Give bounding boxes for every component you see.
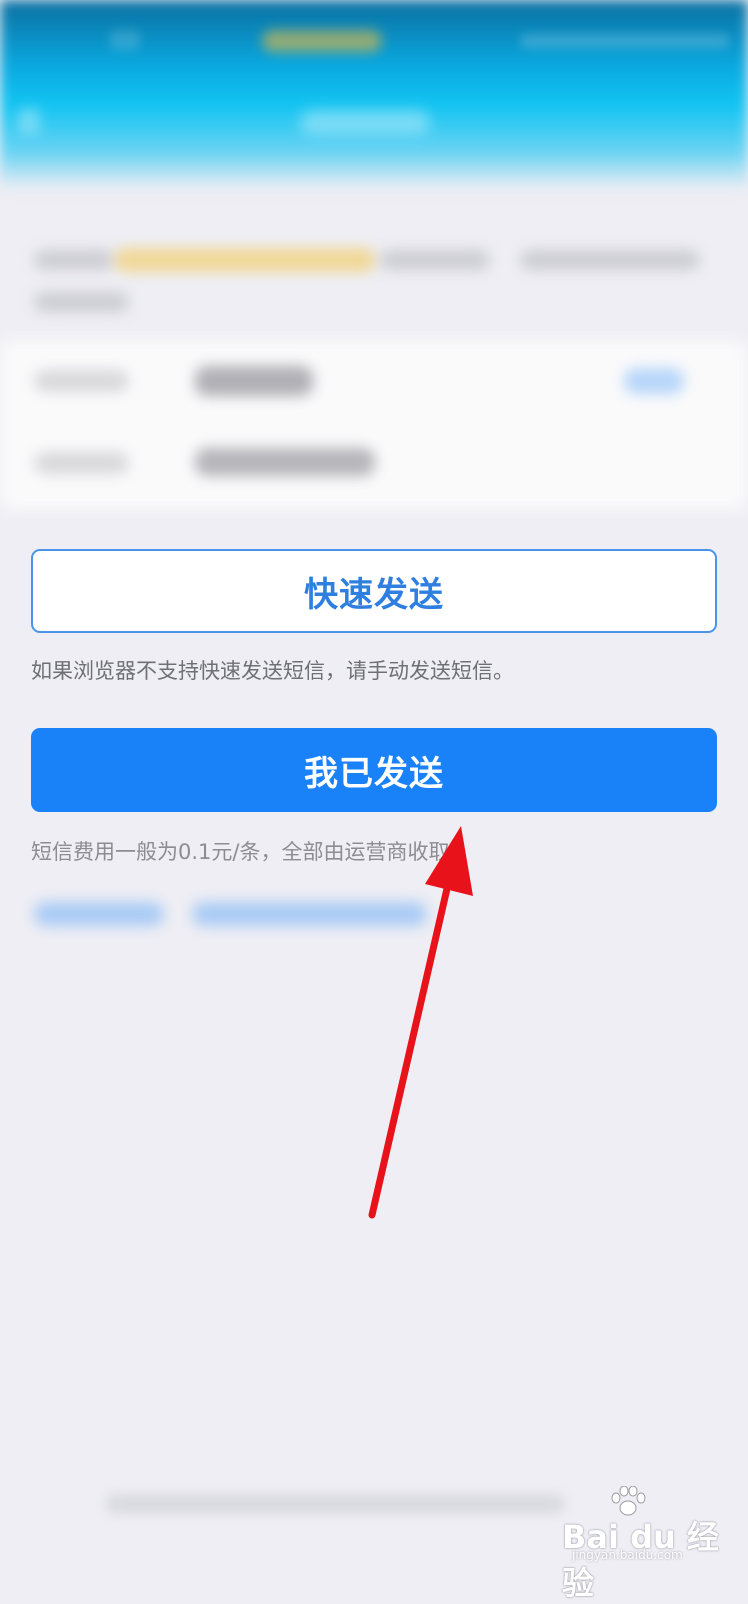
info-label-blur-1 <box>34 370 129 392</box>
quick-send-hint: 如果浏览器不支持快速发送短信，请手动发送短信。 <box>31 659 514 683</box>
status-bar <box>0 0 748 70</box>
annotation-arrow-shaft <box>368 876 453 1219</box>
sent-button[interactable]: 我已发送 <box>31 728 717 812</box>
footer-text-blur <box>105 1495 565 1513</box>
status-left-blur <box>110 30 140 50</box>
info-value-blur-1 <box>195 366 313 396</box>
page-title-blur <box>300 110 430 134</box>
status-logo-blur <box>262 30 382 52</box>
info-card <box>0 340 748 510</box>
back-icon[interactable] <box>18 108 40 134</box>
quick-send-button[interactable]: 快速发送 <box>31 549 717 633</box>
fee-hint: 短信费用一般为0.1元/条，全部由运营商收取。 <box>31 840 471 864</box>
info-label-blur-2 <box>34 452 129 474</box>
status-right-blur <box>520 34 730 48</box>
notice-highlight-blur <box>115 248 375 272</box>
info-value-blur-2 <box>195 448 375 476</box>
help-link-blur-2[interactable] <box>192 902 427 926</box>
notice-text-blur-3 <box>520 250 700 270</box>
notice-text-blur-2 <box>380 250 490 270</box>
help-link-blur-1[interactable] <box>34 902 164 926</box>
baidu-watermark: Bai du 经验 jingyan.baidu.com <box>562 1486 732 1602</box>
copy-link-blur[interactable] <box>624 368 684 394</box>
notice-text-blur-4 <box>34 292 129 312</box>
notice-text-blur <box>34 250 114 270</box>
watermark-url: jingyan.baidu.com <box>572 1548 683 1562</box>
